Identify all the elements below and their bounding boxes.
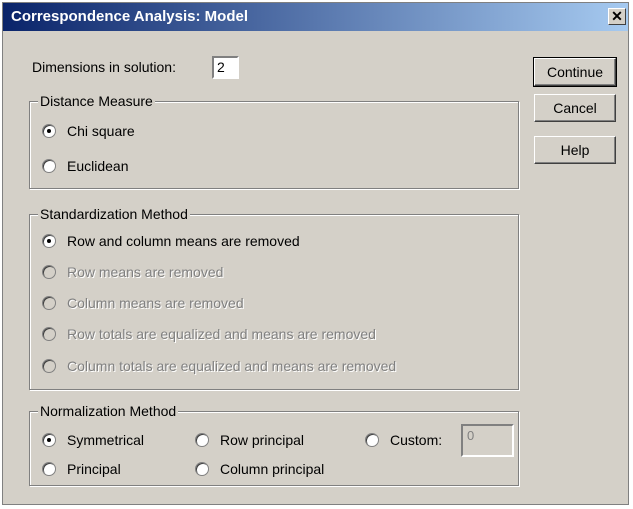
radio-label: Row totals are equalized and means are r… (67, 326, 376, 342)
title-bar[interactable]: Correspondence Analysis: Model ✕ (3, 3, 628, 31)
radio-label: Row principal (220, 432, 305, 448)
radio-button-icon (42, 359, 56, 373)
radio-row-totals-equalized: Row totals are equalized and means are r… (42, 326, 376, 342)
radio-label: Symmetrical (67, 432, 145, 448)
continue-button[interactable]: Continue (533, 57, 617, 87)
model-dialog: Correspondence Analysis: Model ✕ Dimensi… (2, 2, 629, 505)
cancel-button[interactable]: Cancel (534, 94, 616, 122)
radio-button-icon (195, 462, 209, 476)
radio-column-means: Column means are removed (42, 295, 244, 311)
distance-measure-group (29, 101, 519, 189)
radio-row-principal[interactable]: Row principal (195, 432, 304, 448)
radio-button-icon (42, 234, 56, 248)
radio-button-icon (195, 433, 209, 447)
radio-button-icon (42, 265, 56, 279)
radio-row-means: Row means are removed (42, 264, 223, 280)
radio-button-icon (42, 124, 56, 138)
close-icon: ✕ (611, 8, 623, 24)
radio-custom[interactable]: Custom: (365, 432, 442, 448)
radio-row-column-means[interactable]: Row and column means are removed (42, 233, 300, 249)
radio-button-icon (365, 433, 379, 447)
radio-column-principal[interactable]: Column principal (195, 461, 324, 477)
radio-symmetrical[interactable]: Symmetrical (42, 432, 144, 448)
standardization-method-legend: Standardization Method (38, 206, 190, 222)
radio-label: Column principal (220, 461, 325, 477)
dimensions-input[interactable]: 2 (212, 56, 239, 79)
help-button[interactable]: Help (534, 136, 616, 164)
radio-label: Row means are removed (67, 264, 224, 280)
radio-label: Chi square (67, 123, 135, 139)
window-title: Correspondence Analysis: Model (11, 8, 248, 25)
radio-button-icon (42, 462, 56, 476)
dimensions-label: Dimensions in solution: (32, 59, 176, 75)
radio-principal[interactable]: Principal (42, 461, 121, 477)
radio-button-icon (42, 327, 56, 341)
radio-column-totals-equalized: Column totals are equalized and means ar… (42, 358, 396, 374)
normalization-method-legend: Normalization Method (38, 403, 179, 419)
radio-button-icon (42, 296, 56, 310)
radio-label: Principal (67, 461, 121, 477)
radio-label: Row and column means are removed (67, 233, 300, 249)
radio-button-icon (42, 433, 56, 447)
radio-label: Custom: (390, 432, 443, 448)
radio-euclidean[interactable]: Euclidean (42, 158, 129, 174)
custom-value-input[interactable]: 0 (461, 424, 514, 457)
radio-chi-square[interactable]: Chi square (42, 123, 135, 139)
radio-label: Euclidean (67, 158, 129, 174)
close-button[interactable]: ✕ (608, 8, 626, 25)
radio-button-icon (42, 159, 56, 173)
radio-label: Column means are removed (67, 295, 244, 311)
distance-measure-legend: Distance Measure (38, 93, 155, 109)
radio-label: Column totals are equalized and means ar… (67, 358, 397, 374)
